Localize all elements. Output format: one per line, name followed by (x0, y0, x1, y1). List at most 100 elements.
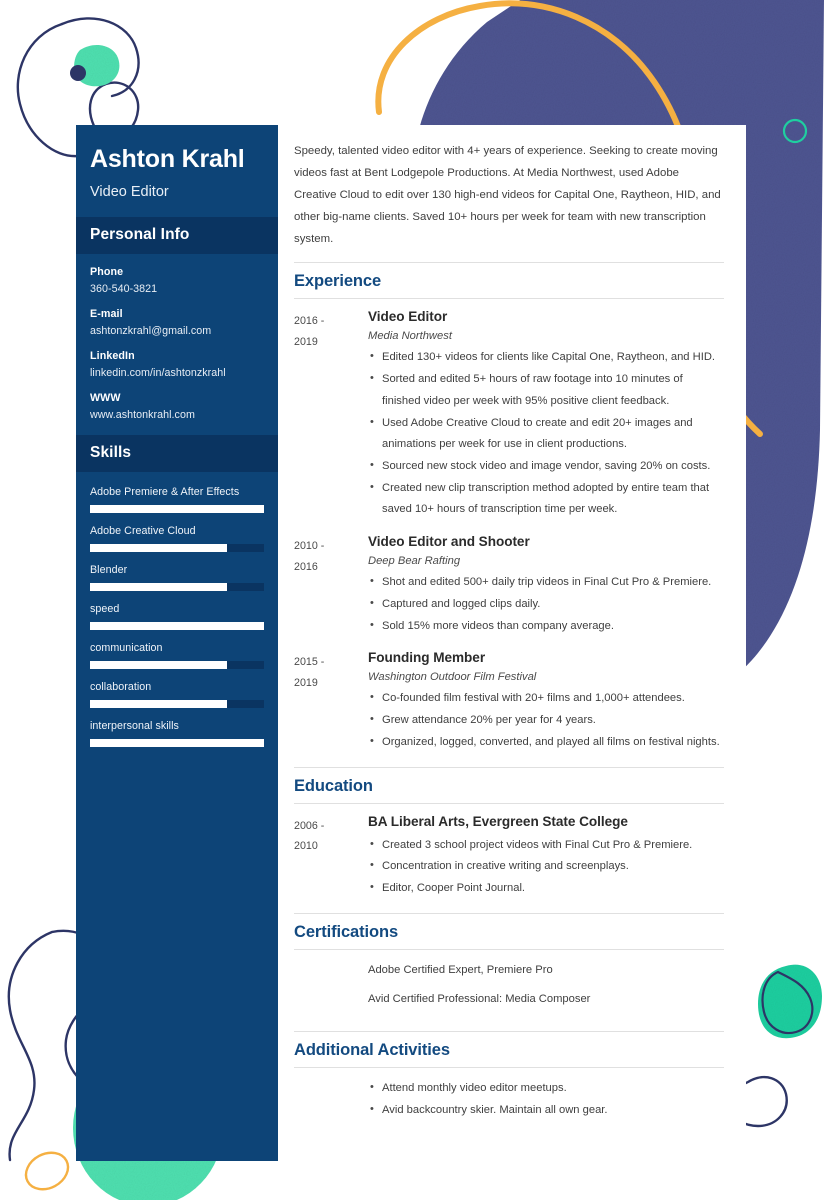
section-header: Additional Activities (294, 1031, 724, 1069)
section-header: Experience (294, 262, 724, 300)
entry-dates: 2015 - 2019 (294, 650, 368, 694)
outline-navy-bottom-right-small (761, 970, 814, 1035)
contact-item-phone: Phone 360-540-3821 (90, 266, 264, 295)
contact-list: Phone 360-540-3821 E-mail ashtonzkrahl@g… (76, 254, 278, 421)
skill-item: interpersonal skills (90, 720, 264, 747)
entry-role-title: Founding Member (368, 650, 486, 666)
skill-level-fill (90, 699, 228, 708)
bullet-item: Organized, logged, converted, and played… (368, 731, 724, 754)
outline-navy-top-left-b (60, 17, 140, 98)
contact-item-linkedin: LinkedIn linkedin.com/in/ashtonzkrahl (90, 350, 264, 379)
bullet-item: Shot and edited 500+ daily trip videos i… (368, 571, 724, 594)
skill-level-bar (90, 699, 264, 708)
skill-level-bar (90, 582, 264, 591)
certification-line: Adobe Certified Expert, Premiere Pro (368, 963, 553, 976)
sidebar: Ashton Krahl Video Editor Personal Info … (76, 125, 278, 1161)
main-content: Speedy, talented video editor with 4+ ye… (278, 125, 746, 1161)
entry-date-end: 2016 (294, 561, 318, 574)
skill-label: collaboration (90, 680, 152, 693)
bullet-item: Concentration in creative writing and sc… (368, 855, 724, 878)
bullet-list: Shot and edited 500+ daily trip videos i… (368, 571, 724, 637)
bullet-item: Avid backcountry skier. Maintain all own… (368, 1099, 724, 1122)
name-block: Ashton Krahl Video Editor (76, 125, 278, 203)
skills-heading-band: Skills (76, 434, 278, 472)
contact-label: LinkedIn (90, 349, 135, 362)
skills-heading: Skills (90, 443, 132, 461)
skill-item: communication (90, 642, 264, 669)
blob-teal-bottom-right (758, 964, 822, 1039)
entry-date-start: 2010 - (294, 540, 325, 553)
bullet-list: Attend monthly video editor meetups.Avid… (368, 1077, 724, 1122)
bullet-list: Created 3 school project videos with Fin… (368, 834, 724, 900)
contact-item-www: WWW www.ashtonkrahl.com (90, 392, 264, 421)
bullet-item: Grew attendance 20% per year for 4 years… (368, 709, 724, 732)
entry-dates: 2010 - 2016 (294, 534, 368, 578)
skill-label: interpersonal skills (90, 719, 179, 732)
section-header: Education (294, 766, 724, 804)
bullet-item: Edited 130+ videos for clients like Capi… (368, 346, 724, 369)
bullet-item: Created 3 school project videos with Fin… (368, 834, 724, 857)
skill-item: Adobe Premiere & After Effects (90, 486, 264, 513)
skill-level-fill (90, 660, 228, 669)
contact-label: Phone (90, 265, 124, 278)
blob-mint-top-left (74, 44, 120, 87)
skills-list: Adobe Premiere & After Effects Adobe Crea… (76, 472, 278, 747)
skill-level-bar (90, 660, 264, 669)
contact-value-phone[interactable]: 360-540-3821 (90, 283, 264, 295)
bullet-item: Sourced new stock video and image vendor… (368, 455, 724, 478)
section-education: Education 2006 - 2010 BA Liberal Arts, Ever… (294, 766, 724, 900)
skill-level-fill (90, 582, 228, 591)
section-title: Experience (294, 272, 382, 291)
section-header: Certifications (294, 912, 724, 950)
contact-value-www[interactable]: www.ashtonkrahl.com (90, 409, 264, 421)
candidate-job-title: Video Editor (90, 183, 169, 200)
entry-body: Attend monthly video editor meetups.Avid… (368, 1077, 724, 1122)
skill-item: speed (90, 603, 264, 630)
skill-label: Blender (90, 563, 128, 576)
ellipse-amber-outline (24, 1151, 70, 1191)
skill-level-fill (90, 504, 264, 513)
bullet-item: Used Adobe Creative Cloud to create and … (368, 412, 724, 456)
entry-role-title: BA Liberal Arts, Evergreen State College (368, 813, 628, 829)
skill-label: communication (90, 641, 163, 654)
entry-dates: 2006 - 2010 (294, 814, 368, 858)
skill-level-fill (90, 543, 228, 552)
entry: 2015 - 2019 Founding Member Washington Outd… (294, 650, 724, 753)
resume-page: Ashton Krahl Video Editor Personal Info … (0, 0, 824, 1200)
bullet-item: Co-founded film festival with 20+ films … (368, 687, 724, 710)
entry-date-end: 2019 (294, 677, 318, 690)
bullet-list: Co-founded film festival with 20+ films … (368, 687, 724, 754)
skill-level-bar (90, 621, 264, 630)
skill-item: Adobe Creative Cloud (90, 525, 264, 552)
entry-body: BA Liberal Arts, Evergreen State College… (368, 814, 724, 900)
section-additional-activities: Additional Activities Attend monthly vide… (294, 1031, 724, 1121)
professional-summary: Speedy, talented video editor with 4+ ye… (294, 145, 721, 245)
candidate-name: Ashton Krahl (90, 145, 245, 173)
entry-date-start: 2006 - (294, 819, 325, 832)
entry-dates (294, 960, 368, 962)
entry-organization: Media Northwest (368, 330, 452, 343)
section-certifications: Certifications Adobe Certified Expert, Pr… (294, 912, 724, 1019)
contact-value-linkedin[interactable]: linkedin.com/in/ashtonzkrahl (90, 367, 264, 379)
contact-label: E-mail (90, 307, 123, 320)
entry: Adobe Certified Expert, Premiere Pro Avid… (294, 960, 724, 1019)
resume-card: Ashton Krahl Video Editor Personal Info … (76, 125, 746, 1161)
bullet-item: Attend monthly video editor meetups. (368, 1077, 724, 1100)
skill-level-bar (90, 504, 264, 513)
section-title: Certifications (294, 922, 399, 941)
dot-navy-top-left (70, 65, 86, 81)
entry: 2010 - 2016 Video Editor and Shooter Deep B… (294, 534, 724, 637)
skill-item: Blender (90, 564, 264, 591)
entry-date-end: 2019 (294, 336, 318, 349)
contact-value-email[interactable]: ashtonzkrahl@gmail.com (90, 325, 264, 337)
entry-body: Adobe Certified Expert, Premiere Pro Avid… (368, 960, 724, 1019)
entry-dates (294, 1078, 368, 1080)
entry-role-title: Video Editor (368, 309, 448, 325)
entry-dates: 2016 - 2019 (294, 309, 368, 353)
certification-line: Avid Certified Professional: Media Compo… (368, 992, 591, 1005)
entry-organization: Deep Bear Rafting (368, 555, 461, 568)
personal-info-heading: Personal Info (90, 225, 190, 243)
entry-body: Video Editor Media Northwest Edited 130+ v… (368, 309, 724, 521)
bullet-item: Created new clip transcription method ad… (368, 477, 724, 521)
skill-label: Adobe Premiere & After Effects (90, 485, 240, 498)
